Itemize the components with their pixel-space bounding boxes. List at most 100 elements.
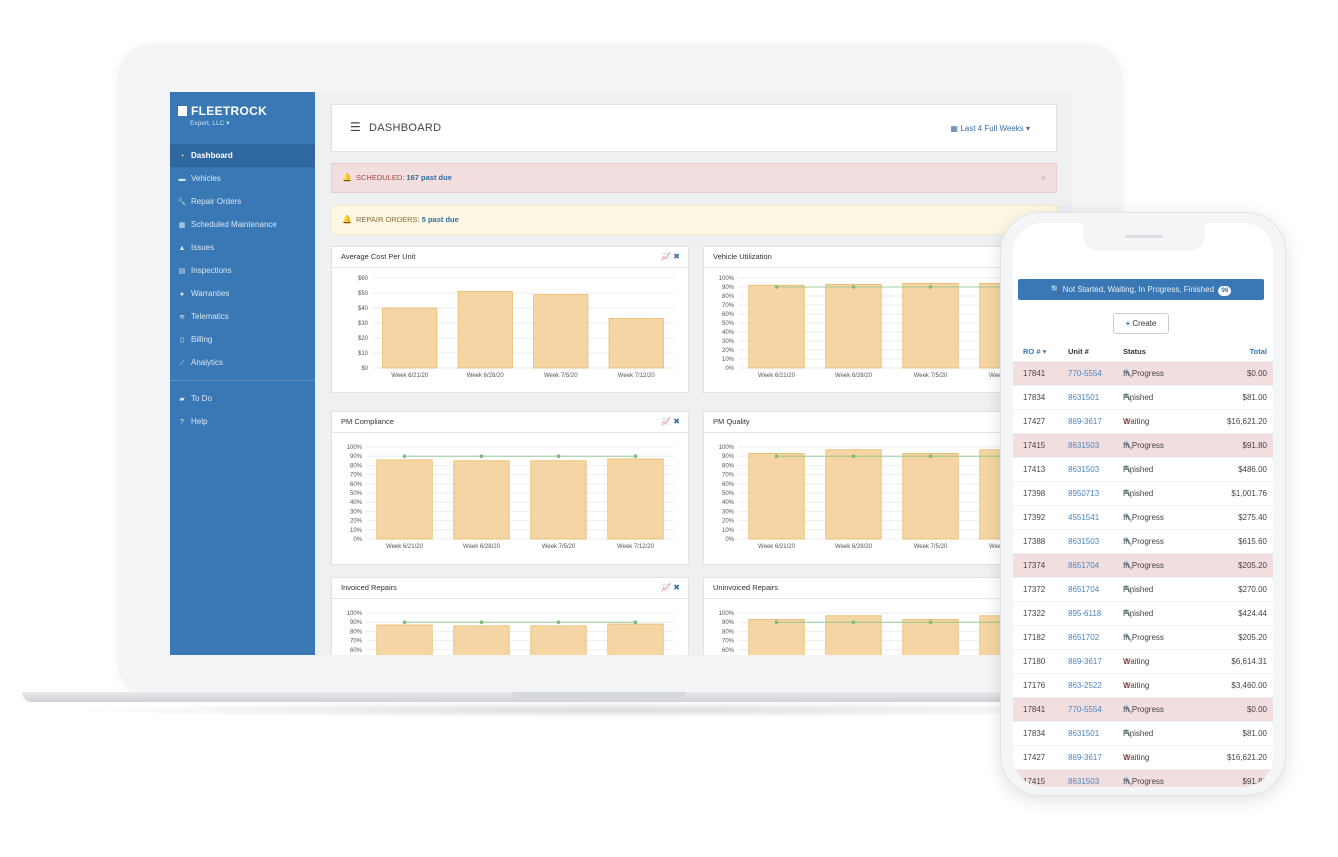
table-row[interactable]: 17415 8631503 🔧 In Progress $91.80 bbox=[1013, 769, 1273, 787]
panel-title: PM Compliance bbox=[341, 417, 394, 426]
bar bbox=[530, 460, 587, 540]
unit-link[interactable]: 8651704 bbox=[1068, 554, 1099, 577]
table-row[interactable]: 17372 8651704 🔧 Finished $270.00 bbox=[1013, 577, 1273, 601]
status-label: Finished bbox=[1123, 609, 1154, 618]
chart-line-icon[interactable]: 📈 bbox=[661, 252, 671, 261]
org-switcher[interactable]: Expert, LLC ▾ bbox=[190, 119, 229, 127]
target-point bbox=[479, 620, 484, 624]
unit-link[interactable]: 869-3617 bbox=[1068, 650, 1102, 673]
brand[interactable]: FLEETROCK bbox=[178, 104, 267, 118]
column-status[interactable]: Status bbox=[1123, 347, 1146, 356]
x-tick-label: Week 6/21/20 bbox=[386, 544, 424, 550]
sidebar-item-label: Help bbox=[191, 417, 208, 426]
sidebar-item-repair-orders[interactable]: 🔧 Repair Orders bbox=[170, 190, 315, 213]
table-row[interactable]: 17415 8631503 🔧 In Progress $91.80 bbox=[1013, 433, 1273, 457]
table-row[interactable]: 17427 869-3617 ⊘ Waiting $16,621.20 bbox=[1013, 409, 1273, 433]
y-tick-label: 10% bbox=[722, 528, 735, 534]
y-tick-label: 0% bbox=[725, 537, 734, 543]
sidebar-item-dashboard[interactable]: ◔ Dashboard bbox=[170, 144, 315, 167]
sidebar-item-scheduled-maintenance[interactable]: ▦ Scheduled Maintenance bbox=[170, 213, 315, 236]
scheduled-alert[interactable]: 🔔 SCHEDULED: 167 past due × bbox=[331, 163, 1057, 193]
y-tick-label: 40% bbox=[350, 500, 363, 506]
x-tick-label: Week 7/5/20 bbox=[542, 544, 576, 550]
create-button[interactable]: + Create bbox=[1113, 313, 1169, 334]
unit-link[interactable]: 8631503 bbox=[1068, 458, 1099, 481]
bar bbox=[748, 284, 805, 369]
target-point bbox=[402, 620, 407, 624]
sidebar-item-telematics[interactable]: ≋ Telematics bbox=[170, 305, 315, 328]
sidebar-item-billing[interactable]: ▯ Billing bbox=[170, 328, 315, 351]
sidebar-item-help[interactable]: ? Help bbox=[170, 410, 315, 433]
y-tick-label: 60% bbox=[350, 482, 363, 488]
search-icon: 🔍 bbox=[1050, 285, 1063, 294]
unit-link[interactable]: 895-6118 bbox=[1068, 602, 1101, 625]
table-row[interactable]: 17388 8631503 🔧 In Progress $615.60 bbox=[1013, 529, 1273, 553]
table-row[interactable]: 17841 770-5554 🔧 In Progress $0.00 bbox=[1013, 361, 1273, 385]
total-amount: $81.00 bbox=[1242, 729, 1267, 738]
unit-link[interactable]: 8631501 bbox=[1068, 722, 1099, 745]
unit-link[interactable]: 8631503 bbox=[1068, 530, 1099, 553]
target-point bbox=[774, 620, 779, 624]
sidebar-item-vehicles[interactable]: ▬ Vehicles bbox=[170, 167, 315, 190]
y-tick-label: $10 bbox=[358, 351, 369, 357]
unit-link[interactable]: 8651704 bbox=[1068, 578, 1099, 601]
table-row[interactable]: 17374 8651704 🔧 In Progress $205.20 bbox=[1013, 553, 1273, 577]
close-icon[interactable]: ✖ bbox=[673, 252, 680, 261]
target-point bbox=[851, 454, 856, 458]
ro-number: 17413 bbox=[1023, 465, 1046, 474]
column-unit[interactable]: Unit # bbox=[1068, 347, 1089, 356]
date-range-dropdown[interactable]: ▦ Last 4 Full Weeks ▾ bbox=[951, 124, 1030, 133]
table-row[interactable]: 17392 4551541 🔧 In Progress $275.40 bbox=[1013, 505, 1273, 529]
unit-link[interactable]: 8631503 bbox=[1068, 770, 1099, 787]
unit-link[interactable]: 8631501 bbox=[1068, 386, 1099, 409]
sidebar-item-to-do[interactable]: ▰ To Do bbox=[170, 387, 315, 410]
table-row[interactable]: 17427 869-3617 ⊘ Waiting $16,621.20 bbox=[1013, 745, 1273, 769]
y-tick-label: 50% bbox=[350, 491, 363, 497]
unit-link[interactable]: 4551541 bbox=[1068, 506, 1099, 529]
column-total[interactable]: Total bbox=[1250, 347, 1267, 356]
unit-link[interactable]: 8950713 bbox=[1068, 482, 1099, 505]
table-row[interactable]: 17834 8631501 🔧 Finished $81.00 bbox=[1013, 385, 1273, 409]
ro-number: 17841 bbox=[1023, 369, 1046, 378]
unit-link[interactable]: 770-5554 bbox=[1068, 698, 1102, 721]
status-filter-bar[interactable]: 🔍 Not Started, Waiting, In Progress, Fin… bbox=[1018, 279, 1264, 300]
y-tick-label: 50% bbox=[722, 491, 735, 497]
unit-link[interactable]: 8631503 bbox=[1068, 434, 1099, 457]
table-row[interactable]: 17413 8631503 🔧 Finished $486.00 bbox=[1013, 457, 1273, 481]
unit-link[interactable]: 869-3617 bbox=[1068, 746, 1102, 769]
repair-orders-alert[interactable]: 🔔 REPAIR ORDERS: 5 past due bbox=[331, 205, 1057, 235]
unit-link[interactable]: 8651702 bbox=[1068, 626, 1099, 649]
table-row[interactable]: 17176 863-2522 ⊘ Waiting $3,460.00 bbox=[1013, 673, 1273, 697]
unit-link[interactable]: 770-5554 bbox=[1068, 362, 1102, 385]
table-row[interactable]: 17841 770-5554 🔧 In Progress $0.00 bbox=[1013, 697, 1273, 721]
table-row[interactable]: 17322 895-6118 🔧 Finished $424.44 bbox=[1013, 601, 1273, 625]
unit-link[interactable]: 863-2522 bbox=[1068, 674, 1102, 697]
close-icon[interactable]: × bbox=[1041, 164, 1046, 192]
table-row[interactable]: 17180 869-3617 ⊘ Waiting $6,614.31 bbox=[1013, 649, 1273, 673]
sidebar-item-inspections[interactable]: ▤ Inspections bbox=[170, 259, 315, 282]
bar bbox=[902, 282, 959, 369]
table-row[interactable]: 17182 8651702 🔧 In Progress $205.20 bbox=[1013, 625, 1273, 649]
sidebar-item-warranties[interactable]: ● Warranties bbox=[170, 282, 315, 305]
table-row[interactable]: 17398 8950713 🔧 Finished $1,001.76 bbox=[1013, 481, 1273, 505]
close-icon[interactable]: ✖ bbox=[673, 583, 680, 592]
ro-number: 17374 bbox=[1023, 561, 1046, 570]
status-label: Finished bbox=[1123, 585, 1154, 594]
sidebar-item-analytics[interactable]: ⟋ Analytics bbox=[170, 351, 315, 374]
table-row[interactable]: 17834 8631501 🔧 Finished $81.00 bbox=[1013, 721, 1273, 745]
x-tick-label: Week 6/28/20 bbox=[463, 544, 501, 550]
column-ro[interactable]: RO # ▾ bbox=[1023, 347, 1046, 356]
sidebar-item-issues[interactable]: ▲ Issues bbox=[170, 236, 315, 259]
unit-link[interactable]: 869-3617 bbox=[1068, 410, 1102, 433]
close-icon[interactable]: ✖ bbox=[673, 417, 680, 426]
chart-line-icon[interactable]: 📈 bbox=[661, 417, 671, 426]
y-tick-label: 80% bbox=[722, 294, 735, 300]
total-amount: $275.40 bbox=[1238, 513, 1267, 522]
chart-icon: ⟋ bbox=[179, 360, 185, 367]
chart-line-icon[interactable]: 📈 bbox=[661, 583, 671, 592]
ro-number: 17388 bbox=[1023, 537, 1046, 546]
bar bbox=[376, 624, 433, 655]
menu-icon[interactable]: ☰ bbox=[350, 120, 361, 134]
status-label: In Progress bbox=[1123, 633, 1164, 642]
total-amount: $424.44 bbox=[1238, 609, 1267, 618]
